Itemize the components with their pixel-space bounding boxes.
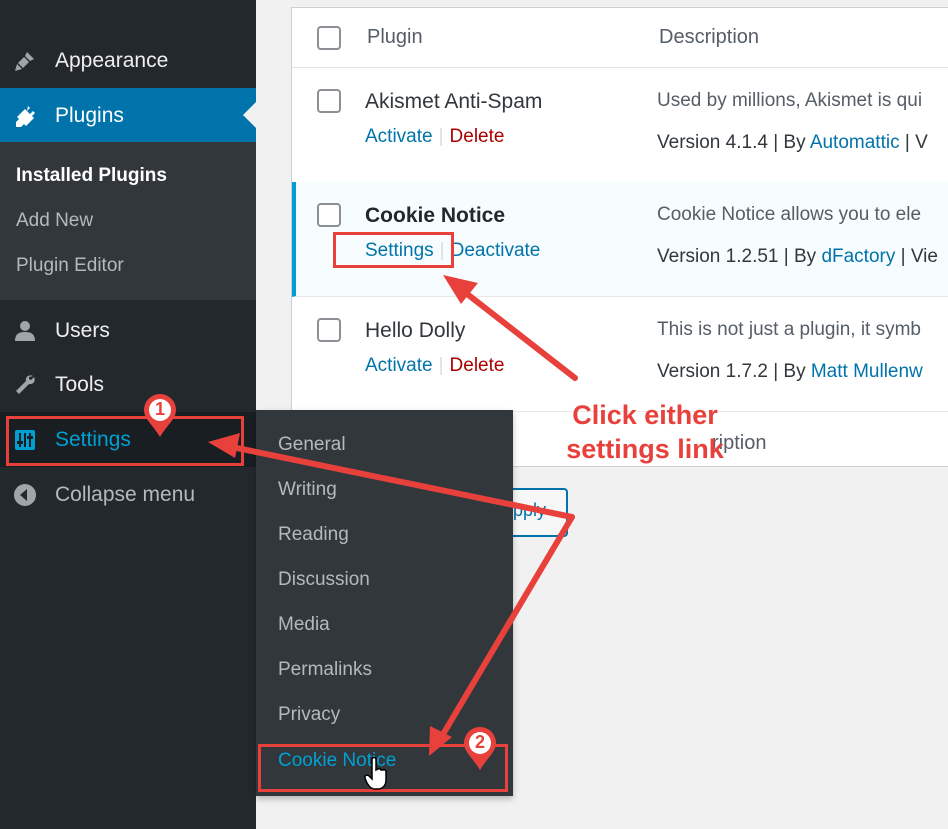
step-badge-2: 2 [463,726,497,771]
arrow-to-settings-menu [229,444,575,520]
annotation-text: Click either settings link [566,400,724,464]
step-badge-1-number: 1 [154,399,165,419]
step-badge-1: 1 [143,393,177,438]
arrow-to-cookie-notice [439,514,575,739]
hand-cursor-icon [364,757,387,790]
arrowhead-settings-menu [208,433,240,458]
arrow-to-settings-link [459,287,578,381]
step-badge-2-number: 2 [474,732,485,752]
